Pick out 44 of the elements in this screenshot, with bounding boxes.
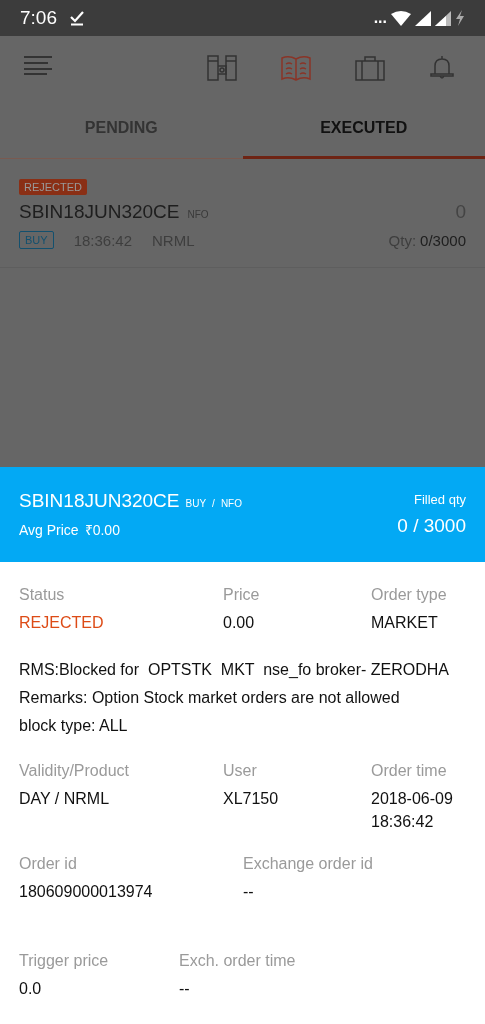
tab[interactable]: EXECUTED: [242, 100, 485, 159]
field-label: Order id: [19, 855, 78, 874]
field-value: --: [243, 882, 255, 903]
rejection-message: Remarks: Option Stock market orders are not allowed: [19, 688, 401, 709]
signal-icon: [435, 10, 451, 26]
checkmark-icon: [69, 10, 85, 26]
field-value: 0.00: [223, 613, 256, 633]
status-badge: REJECTED: [19, 179, 88, 195]
charging-icon: [455, 10, 465, 26]
field-label: Exchange order id: [243, 855, 374, 874]
field-value: --: [179, 978, 191, 999]
field-label: Price: [223, 586, 261, 604]
field-value: 180609000013974: [19, 882, 154, 903]
field-value: 2018-06-09 18:36:42: [371, 789, 454, 832]
separator: /: [212, 498, 215, 509]
field-label: User: [223, 762, 258, 781]
side-badge: BUY: [19, 231, 54, 249]
more-notifications: ...: [373, 9, 387, 27]
field-label: Validity/Product: [19, 762, 130, 781]
symbol: SBIN18JUN320CE: [19, 490, 180, 512]
menu-icon[interactable]: [24, 55, 52, 75]
avg-price-value: ₹0.00: [84, 521, 120, 539]
rejection-message: RMS:Blocked for OPTSTK MKT nse_fo broker- ZERODHA: [19, 660, 451, 681]
side: BUY: [185, 498, 207, 509]
field-value: REJECTED: [19, 613, 105, 633]
exchange: NFO: [220, 498, 242, 509]
filled-qty-value: 0 / 3000: [397, 515, 466, 537]
qty-value: 0/3000: [420, 231, 466, 249]
field-label: Order type: [371, 586, 448, 604]
field-label: Trigger price: [19, 951, 110, 970]
field-value: XL7150: [223, 789, 280, 810]
field-label: Exch. order time: [179, 951, 297, 970]
field-label: Order time: [371, 762, 448, 781]
signal-icon: [415, 10, 431, 26]
clock: 7:06: [20, 7, 57, 29]
wifi-icon: [391, 10, 411, 26]
filled-qty-label: Filled qty: [413, 492, 466, 507]
field-label: Status: [19, 586, 66, 604]
field-value: 0.0: [19, 978, 43, 999]
field-value: MARKET: [371, 613, 439, 633]
symbol: SBIN18JUN320CE: [19, 201, 180, 223]
avg-price-label: Avg Price: [19, 522, 79, 538]
rejection-message: block type: ALL: [19, 716, 129, 737]
field-value: DAY / NRML: [19, 789, 111, 810]
